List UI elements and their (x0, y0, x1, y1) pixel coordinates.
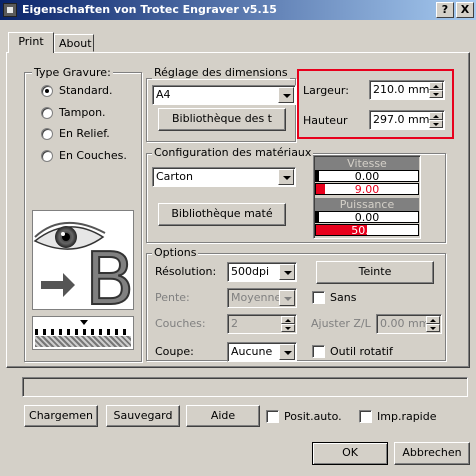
sans-checkbox[interactable] (312, 291, 325, 304)
spin-up-icon[interactable] (426, 316, 440, 324)
spin-down-icon[interactable] (429, 90, 443, 98)
posit-auto-label: Posit.auto. (284, 410, 342, 423)
spin-up-icon[interactable] (281, 316, 295, 324)
sans-label: Sans (330, 291, 357, 304)
close-button[interactable]: X (456, 2, 474, 18)
outil-rotatif-label: Outil rotatif (330, 345, 393, 358)
radio-standard-label: Standard. (59, 84, 113, 97)
radio-tampon-label: Tampon. (59, 106, 106, 119)
pente-dropdown[interactable]: Moyenne (227, 288, 297, 308)
vitesse-header: Vitesse (315, 157, 419, 170)
hauteur-input[interactable]: 297.0 mm (369, 110, 445, 130)
chevron-down-icon[interactable] (279, 290, 295, 306)
radio-en-couches[interactable] (41, 150, 53, 162)
coupe-label: Coupe: (155, 345, 194, 358)
vitesse-2-fill (316, 184, 325, 194)
ok-button[interactable]: OK (312, 442, 388, 465)
engraving-preview: B (32, 210, 134, 310)
chargement-button[interactable]: Chargemen (24, 405, 98, 427)
radio-tampon[interactable] (41, 107, 53, 119)
coupe-dropdown[interactable]: Aucune (227, 342, 297, 362)
resolution-label: Résolution: (155, 265, 217, 278)
radio-en-relief-label: En Relief. (59, 127, 110, 140)
puissance-bar-1[interactable]: 0.00 (315, 211, 419, 224)
largeur-spinner[interactable] (429, 82, 443, 98)
materials-legend: Configuration des matériaux (152, 146, 314, 159)
ruler-marker-icon (80, 320, 88, 325)
spin-up-icon[interactable] (429, 82, 443, 90)
largeur-label: Largeur: (303, 84, 349, 97)
spin-up-icon[interactable] (429, 112, 443, 120)
teinte-button[interactable]: Teinte (316, 261, 434, 284)
spin-down-icon[interactable] (429, 120, 443, 128)
hauteur-label: Hauteur (303, 114, 348, 127)
ajuster-input[interactable]: 0.00 mm (376, 314, 442, 334)
preview-letter: B (84, 237, 134, 310)
bibliotheque-formats-button[interactable]: Bibliothèque des t (158, 108, 286, 131)
sauvegard-button[interactable]: Sauvegard (106, 405, 180, 427)
bibliotheque-materiaux-button[interactable]: Bibliothèque maté (158, 203, 286, 226)
app-icon (3, 3, 17, 17)
ruler-ticks (35, 329, 131, 335)
material-value: Carton (156, 170, 193, 183)
puissance-2-value: 50.00 (351, 224, 383, 237)
vitesse-1-value: 0.00 (354, 170, 380, 183)
ajuster-spinner[interactable] (426, 316, 440, 332)
tab-about[interactable]: About (54, 34, 94, 52)
vitesse-2-value: 9.00 (354, 183, 380, 196)
spin-down-icon[interactable] (426, 324, 440, 332)
puissance-1-value: 0.00 (354, 211, 380, 224)
puissance-1-fill (316, 212, 319, 222)
ajuster-label: Ajuster Z/L (311, 317, 371, 330)
resolution-dropdown[interactable]: 500dpi (227, 262, 297, 282)
couches-label: Couches: (155, 317, 206, 330)
couches-spinner[interactable] (281, 316, 295, 332)
chevron-down-icon[interactable] (278, 87, 294, 103)
chevron-down-icon[interactable] (279, 344, 295, 360)
options-legend: Options (152, 246, 199, 259)
status-field (22, 377, 468, 397)
tab-print-label: Print (18, 35, 44, 48)
vitesse-1-fill (316, 171, 319, 181)
tab-print[interactable]: Print (8, 32, 54, 53)
format-value: A4 (156, 88, 171, 101)
aide-button[interactable]: Aide (186, 405, 260, 427)
posit-auto-checkbox[interactable] (266, 410, 279, 423)
imp-rapide-checkbox[interactable] (359, 410, 372, 423)
radio-en-couches-label: En Couches. (59, 149, 127, 162)
largeur-input[interactable]: 210.0 mm (369, 80, 445, 100)
puissance-bar-2[interactable]: 50.00 (315, 224, 419, 237)
radio-standard[interactable] (41, 85, 53, 97)
abbrechen-button[interactable]: Abbrechen (394, 442, 470, 465)
imp-rapide-label: Imp.rapide (377, 410, 437, 423)
chevron-down-icon[interactable] (278, 169, 294, 185)
window-title: Eigenschaften von Trotec Engraver v5.15 (22, 3, 277, 16)
help-button[interactable]: ? (436, 2, 454, 18)
outil-rotatif-checkbox[interactable] (312, 345, 325, 358)
material-dropdown[interactable]: Carton (152, 167, 296, 187)
radio-en-relief[interactable] (41, 128, 53, 140)
spin-down-icon[interactable] (281, 324, 295, 332)
chevron-down-icon[interactable] (279, 264, 295, 280)
hauteur-spinner[interactable] (429, 112, 443, 128)
vitesse-bar-2[interactable]: 9.00 (315, 183, 419, 196)
dimensions-legend: Réglage des dimensions (152, 66, 290, 79)
couches-input[interactable]: 2 (227, 314, 297, 334)
preview-ruler (32, 316, 134, 350)
vitesse-bar-1[interactable]: 0.00 (315, 170, 419, 183)
format-dropdown[interactable]: A4 (152, 85, 296, 105)
pente-label: Pente: (155, 291, 190, 304)
type-gravure-legend: Type Gravure: (32, 66, 113, 79)
tab-about-label: About (59, 37, 92, 50)
ruler-hatch (35, 336, 131, 347)
puissance-header: Puissance (315, 198, 419, 211)
